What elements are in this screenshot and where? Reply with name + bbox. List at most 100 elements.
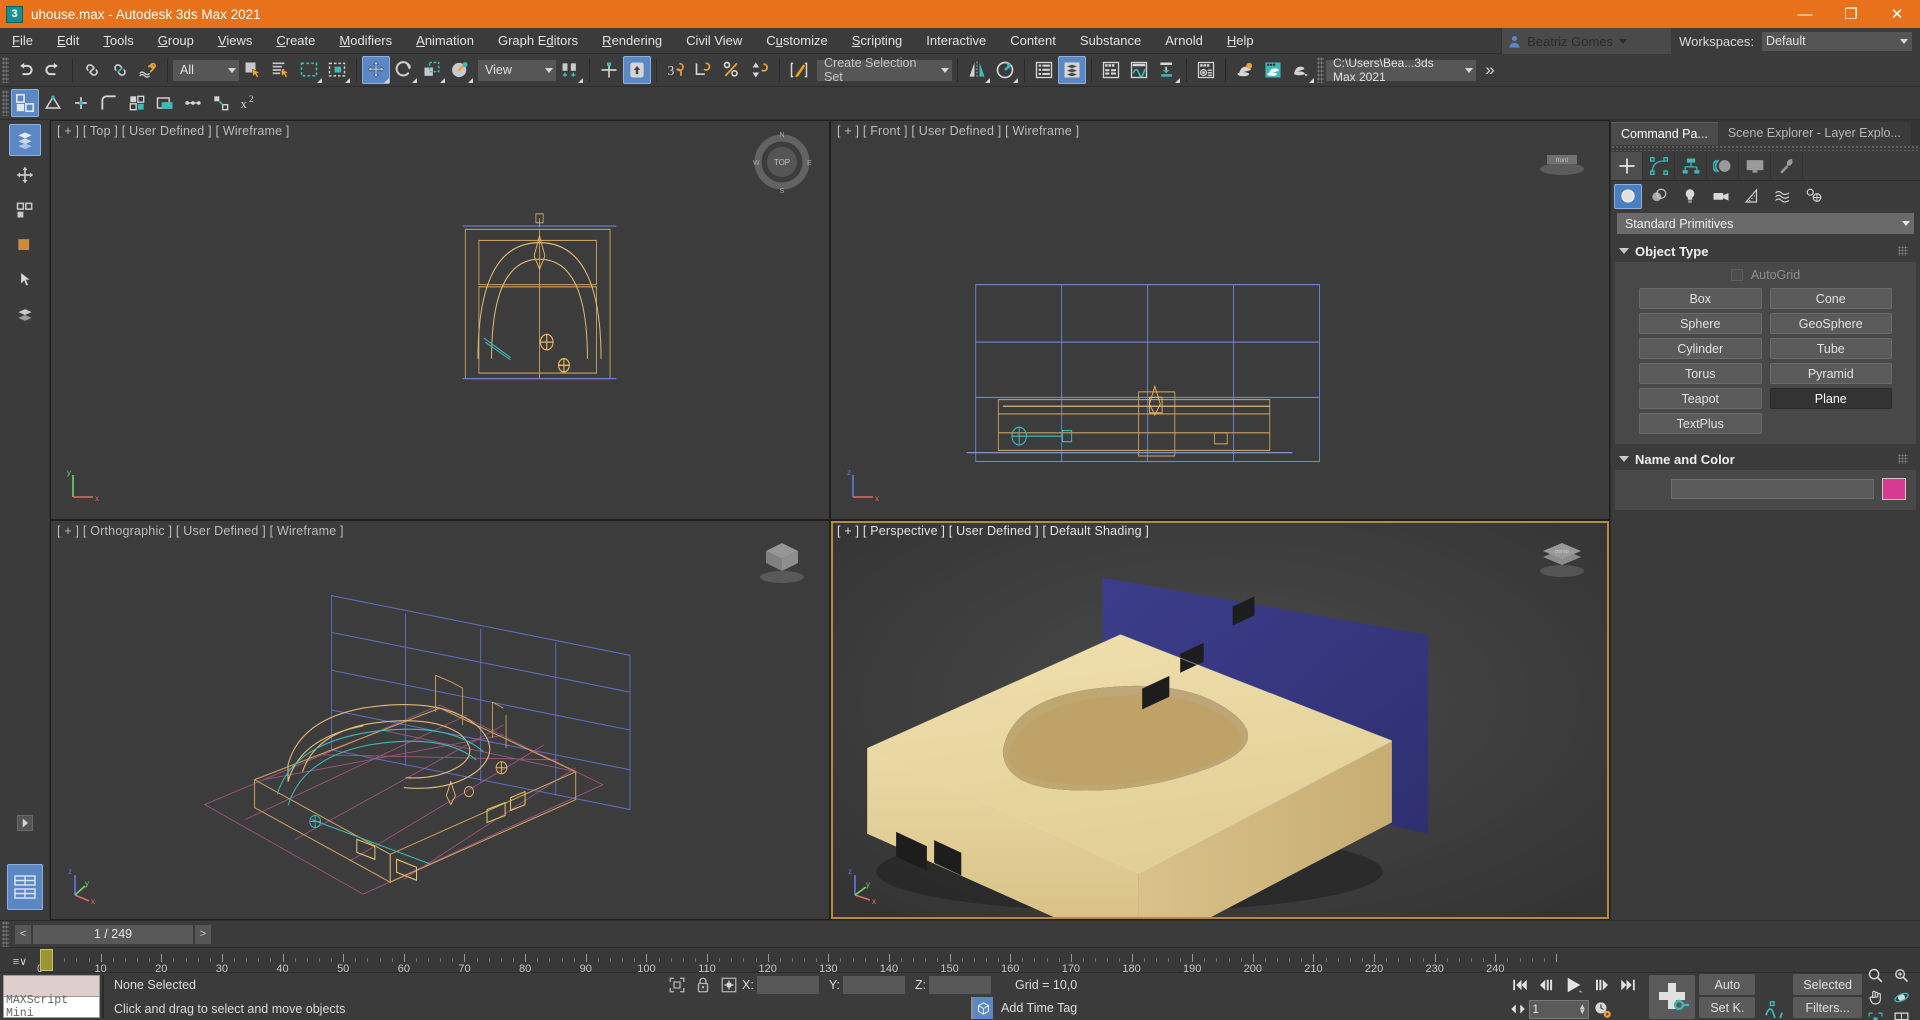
angle-snap-icon[interactable]: 3	[662, 56, 690, 84]
zoom-extents-icon[interactable]	[1862, 1008, 1888, 1020]
timeline-grip[interactable]	[2, 921, 9, 947]
curve-editor-icon[interactable]	[1097, 56, 1125, 84]
menu-item-modifiers[interactable]: Modifiers	[327, 28, 404, 54]
menu-item-tools[interactable]: Tools	[91, 28, 145, 54]
redo-icon[interactable]	[39, 56, 67, 84]
utilities-tab-icon[interactable]	[1771, 151, 1803, 180]
menu-item-views[interactable]: Views	[206, 28, 264, 54]
mirror-icon[interactable]	[963, 56, 991, 84]
set-key-button[interactable]: Set K.	[1699, 997, 1756, 1018]
rendered-frame-window-icon[interactable]	[1259, 56, 1287, 84]
spinner-snap-icon[interactable]	[746, 56, 774, 84]
y-field[interactable]	[842, 975, 905, 994]
menu-item-substance[interactable]: Substance	[1068, 28, 1153, 54]
use-selection-center-icon[interactable]	[595, 56, 623, 84]
play-animation-icon[interactable]	[1559, 974, 1589, 996]
align-icon[interactable]	[991, 56, 1019, 84]
hierarchy-tab-icon[interactable]	[1675, 151, 1707, 180]
object-type-teapot[interactable]: Teapot	[1639, 388, 1762, 409]
selection-lock-icon[interactable]	[690, 976, 716, 994]
percent-snap-icon[interactable]	[690, 56, 718, 84]
layer-manager-icon[interactable]	[1030, 56, 1058, 84]
menu-item-animation[interactable]: Animation	[404, 28, 486, 54]
select-object-icon[interactable]	[239, 56, 267, 84]
project-folder-dropdown[interactable]: C:\Users\Bea...3ds Max 2021	[1326, 56, 1476, 84]
shapes-icon[interactable]	[1645, 184, 1673, 209]
unlink-icon[interactable]	[106, 56, 134, 84]
pick-object-icon[interactable]	[9, 264, 41, 296]
compact-material-editor-icon[interactable]	[1153, 56, 1181, 84]
expand-panel-button[interactable]	[9, 807, 41, 839]
menu-item-civil-view[interactable]: Civil View	[674, 28, 754, 54]
object-type-cylinder[interactable]: Cylinder	[1639, 338, 1762, 359]
viewport-front[interactable]: [ + ] [ Front ] [ User Defined ] [ Wiref…	[831, 121, 1609, 519]
selected-objects-button[interactable]: Selected	[1793, 974, 1862, 995]
select-similar-icon[interactable]	[9, 194, 41, 226]
helpers-icon[interactable]	[1738, 184, 1766, 209]
absolute-relative-icon[interactable]	[716, 976, 742, 994]
toolbar-grip[interactable]	[1317, 57, 1324, 83]
tab-scene-explorer[interactable]: Scene Explorer - Layer Explo...	[1717, 122, 1911, 145]
menu-item-create[interactable]: Create	[264, 28, 327, 54]
spinner-snap-percent-icon[interactable]	[718, 56, 746, 84]
motion-tab-icon[interactable]	[1707, 151, 1739, 180]
timeline-ruler-row[interactable]: ≡∨ 0102030405060708090100110120130140150…	[0, 947, 1920, 972]
schematic-view-icon[interactable]	[1125, 56, 1153, 84]
zoom-icon[interactable]	[1862, 964, 1888, 986]
object-type-plane[interactable]: Plane	[1769, 388, 1892, 409]
autogrid-row[interactable]: AutoGrid	[1625, 268, 1906, 282]
set-keys-button[interactable]	[1649, 975, 1696, 1019]
key-filters-button[interactable]: Filters...	[1793, 997, 1862, 1018]
object-type-geosphere[interactable]: GeoSphere	[1769, 313, 1892, 334]
viewport-perspective[interactable]: [ + ] [ Perspective ] [ User Defined ] […	[831, 521, 1609, 919]
z-field[interactable]	[929, 975, 992, 994]
frame-counter[interactable]: 1 / 249	[33, 924, 193, 944]
object-name-input[interactable]	[1671, 479, 1874, 499]
menu-item-graph-editors[interactable]: Graph Editors	[486, 28, 590, 54]
autogrid-checkbox[interactable]	[1730, 269, 1743, 281]
object-type-tube[interactable]: Tube	[1769, 338, 1892, 359]
menu-item-scripting[interactable]: Scripting	[840, 28, 915, 54]
ref-coord-system-dropdown[interactable]: View	[478, 59, 556, 81]
primitive-category-dropdown[interactable]: Standard Primitives	[1617, 213, 1914, 234]
snap-grid-icon[interactable]	[6, 864, 43, 910]
placement-icon[interactable]	[446, 56, 474, 84]
pan-view-icon[interactable]	[1862, 986, 1888, 1008]
undo-icon[interactable]	[11, 56, 39, 84]
current-frame-spinner[interactable]: 1 ▲ ▼	[1529, 999, 1590, 1019]
edit-named-selection-icon[interactable]	[785, 56, 813, 84]
menu-item-edit[interactable]: Edit	[45, 28, 91, 54]
select-rotate-icon[interactable]	[390, 56, 418, 84]
previous-frame-button[interactable]: <	[15, 924, 31, 944]
go-to-end-icon[interactable]	[1615, 974, 1641, 996]
select-by-name-icon[interactable]	[267, 56, 295, 84]
select-link-icon[interactable]	[78, 56, 106, 84]
create-point-icon[interactable]	[67, 89, 95, 117]
workspaces-selector[interactable]: Workspaces: Default	[1671, 28, 1920, 54]
display-tab-icon[interactable]	[1739, 151, 1771, 180]
array-icon[interactable]	[123, 89, 151, 117]
maximize-button[interactable]: ❐	[1828, 0, 1874, 28]
geometry-icon[interactable]	[1614, 183, 1642, 209]
object-type-sphere[interactable]: Sphere	[1639, 313, 1762, 334]
snapshot-icon[interactable]	[151, 89, 179, 117]
use-pivot-center-icon[interactable]	[556, 56, 584, 84]
clone-array-icon[interactable]	[207, 89, 235, 117]
window-crossing-icon[interactable]	[323, 56, 351, 84]
object-color-swatch[interactable]	[1882, 478, 1906, 500]
object-type-textplus[interactable]: TextPlus	[1639, 413, 1762, 434]
close-button[interactable]: ✕	[1874, 0, 1920, 28]
menu-item-interactive[interactable]: Interactive	[914, 28, 998, 54]
bind-spacewarp-icon[interactable]	[134, 56, 162, 84]
command-panel-drag-handle[interactable]	[1611, 145, 1920, 151]
render-production-icon[interactable]	[1231, 56, 1259, 84]
object-type-cone[interactable]: Cone	[1769, 288, 1892, 309]
add-time-tag-button[interactable]: Add Time Tag	[971, 997, 1077, 1020]
viewport-orthographic[interactable]: [ + ] [ Orthographic ] [ User Defined ] …	[51, 521, 829, 919]
key-tangent-icon[interactable]	[1759, 998, 1789, 1019]
selection-filter-dropdown[interactable]: All	[173, 59, 239, 81]
sub-object-icon[interactable]	[39, 89, 67, 117]
zoom-all-icon[interactable]	[1888, 964, 1914, 986]
scene-explorer-icon[interactable]	[1058, 56, 1086, 84]
fillet-chamfer-icon[interactable]	[95, 89, 123, 117]
